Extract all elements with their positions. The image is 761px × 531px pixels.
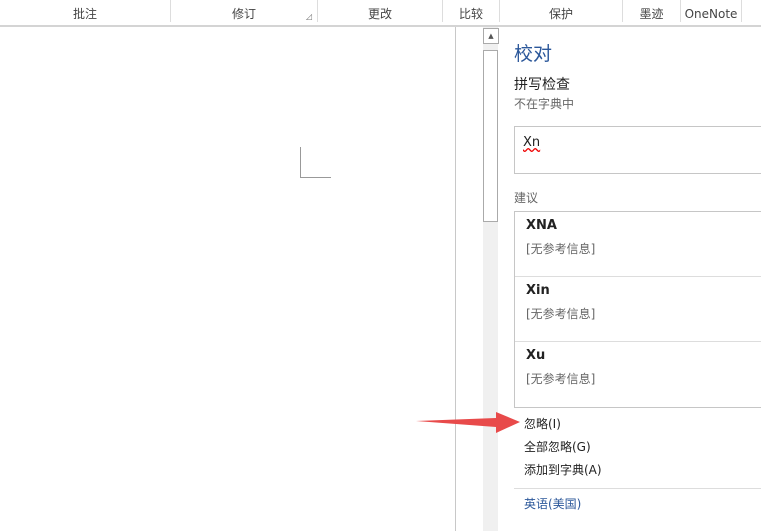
suggestions-label: 建议 [514,191,539,205]
add-to-dictionary-button[interactable]: 添加到字典(A) [524,461,602,478]
suggestion-info: [无参考信息] [526,372,596,386]
dialog-launcher-icon[interactable]: ◿ [306,12,312,21]
group-changes: 更改 [318,0,443,22]
suggestion-word: Xin [526,283,550,298]
pane-title: 校对 [514,43,553,65]
group-protect: 保护 [500,0,623,22]
suggestions-list[interactable]: XNA [无参考信息] Xin [无参考信息] Xu [无参考信息] [514,211,761,408]
misspelled-word: Xn [523,135,541,150]
group-ink: 墨迹 [623,0,681,22]
scrollbar-thumb[interactable] [483,50,498,222]
proofing-pane: 校对 拼写检查 不在字典中 Xn 建议 XNA [无参考信息] Xin [无参考信息… [500,27,761,531]
section-heading: 拼写检查 [514,77,570,93]
red-arrow-annotation [416,412,520,433]
suggestion-word: Xu [526,348,546,363]
scroll-up-icon[interactable]: ▲ [483,28,499,44]
group-tracking: 修订 [171,0,318,22]
status-text: 不在字典中 [514,97,575,111]
group-comments: 批注 [0,0,171,22]
language-link[interactable]: 英语(美国) [524,495,581,512]
misspelled-word-box: Xn [514,126,761,174]
document-area[interactable] [0,27,456,531]
group-onenote: OneNote [681,0,742,22]
suggestion-info: [无参考信息] [526,307,596,321]
suggestion-info: [无参考信息] [526,242,596,256]
suggestion-item[interactable]: Xu [无参考信息] [515,342,761,406]
page-margin-corner [300,147,331,178]
suggestion-item[interactable]: XNA [无参考信息] [515,212,761,277]
ignore-all-button[interactable]: 全部忽略(G) [524,438,591,455]
ribbon-group-labels: 批注 修订 ◿ 更改 比较 保护 墨迹 OneNote [0,0,761,27]
divider [514,488,761,489]
ignore-button[interactable]: 忽略(I) [524,415,561,432]
suggestion-item[interactable]: Xin [无参考信息] [515,277,761,342]
group-compare: 比较 [443,0,500,22]
suggestion-word: XNA [526,218,557,233]
